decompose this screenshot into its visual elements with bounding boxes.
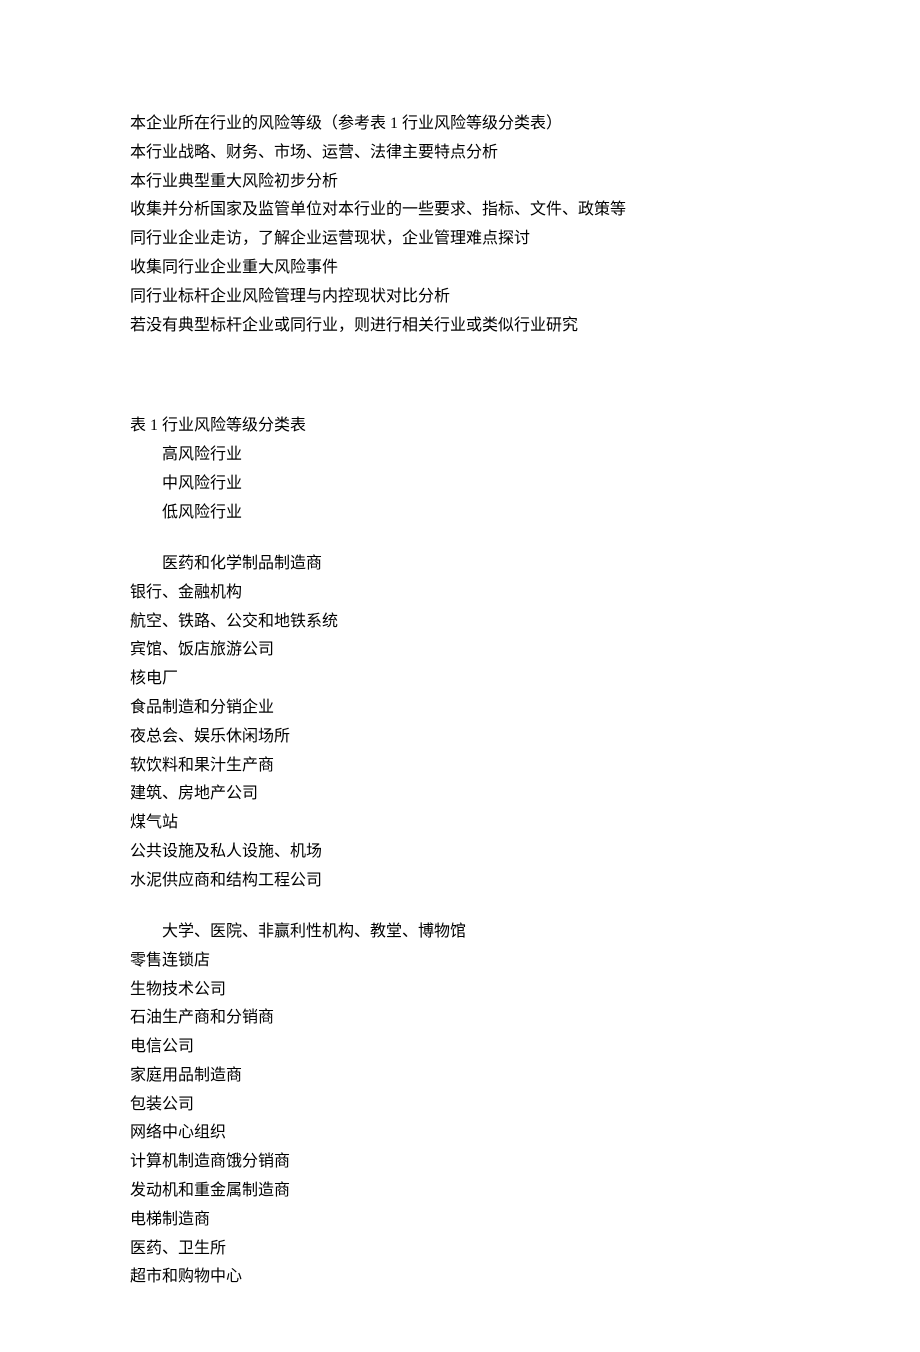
intro-line: 本行业典型重大风险初步分析	[130, 168, 790, 197]
list-item: 生物技术公司	[130, 976, 790, 1005]
spacer	[130, 896, 790, 918]
list-item: 公共设施及私人设施、机场	[130, 838, 790, 867]
list-item: 航空、铁路、公交和地铁系统	[130, 608, 790, 637]
list-item: 银行、金融机构	[130, 579, 790, 608]
list-item: 医药和化学制品制造商	[130, 550, 790, 579]
document-content: 本企业所在行业的风险等级（参考表 1 行业风险等级分类表） 本行业战略、财务、市…	[130, 110, 790, 1292]
intro-line: 本行业战略、财务、市场、运营、法律主要特点分析	[130, 139, 790, 168]
list-item: 水泥供应商和结构工程公司	[130, 867, 790, 896]
list-item: 煤气站	[130, 809, 790, 838]
intro-line: 若没有典型标杆企业或同行业，则进行相关行业或类似行业研究	[130, 312, 790, 341]
list-item: 核电厂	[130, 665, 790, 694]
group-1: 医药和化学制品制造商 银行、金融机构 航空、铁路、公交和地铁系统 宾馆、饭店旅游…	[130, 550, 790, 896]
intro-line: 收集同行业企业重大风险事件	[130, 254, 790, 283]
list-item: 家庭用品制造商	[130, 1062, 790, 1091]
spacer	[130, 528, 790, 550]
list-item: 超市和购物中心	[130, 1263, 790, 1292]
list-item: 零售连锁店	[130, 947, 790, 976]
risk-level-item: 中风险行业	[130, 470, 790, 499]
risk-level-item: 高风险行业	[130, 441, 790, 470]
intro-line: 收集并分析国家及监管单位对本行业的一些要求、指标、文件、政策等	[130, 196, 790, 225]
list-item: 夜总会、娱乐休闲场所	[130, 723, 790, 752]
intro-line: 同行业企业走访，了解企业运营现状，企业管理难点探讨	[130, 225, 790, 254]
list-item: 大学、医院、非赢利性机构、教堂、博物馆	[130, 918, 790, 947]
list-item: 石油生产商和分销商	[130, 1004, 790, 1033]
list-item: 医药、卫生所	[130, 1235, 790, 1264]
table-section: 表 1 行业风险等级分类表 高风险行业 中风险行业 低风险行业	[130, 412, 790, 527]
intro-section: 本企业所在行业的风险等级（参考表 1 行业风险等级分类表） 本行业战略、财务、市…	[130, 110, 790, 340]
intro-line: 同行业标杆企业风险管理与内控现状对比分析	[130, 283, 790, 312]
group-2: 大学、医院、非赢利性机构、教堂、博物馆 零售连锁店 生物技术公司 石油生产商和分…	[130, 918, 790, 1292]
list-item: 建筑、房地产公司	[130, 780, 790, 809]
list-item: 网络中心组织	[130, 1119, 790, 1148]
list-item: 软饮料和果汁生产商	[130, 752, 790, 781]
risk-level-item: 低风险行业	[130, 499, 790, 528]
list-item: 食品制造和分销企业	[130, 694, 790, 723]
list-item: 包装公司	[130, 1091, 790, 1120]
spacer	[130, 340, 790, 412]
list-item: 电梯制造商	[130, 1206, 790, 1235]
list-item: 电信公司	[130, 1033, 790, 1062]
list-item: 发动机和重金属制造商	[130, 1177, 790, 1206]
list-item: 宾馆、饭店旅游公司	[130, 636, 790, 665]
intro-line: 本企业所在行业的风险等级（参考表 1 行业风险等级分类表）	[130, 110, 790, 139]
table-title: 表 1 行业风险等级分类表	[130, 412, 790, 441]
list-item: 计算机制造商饿分销商	[130, 1148, 790, 1177]
